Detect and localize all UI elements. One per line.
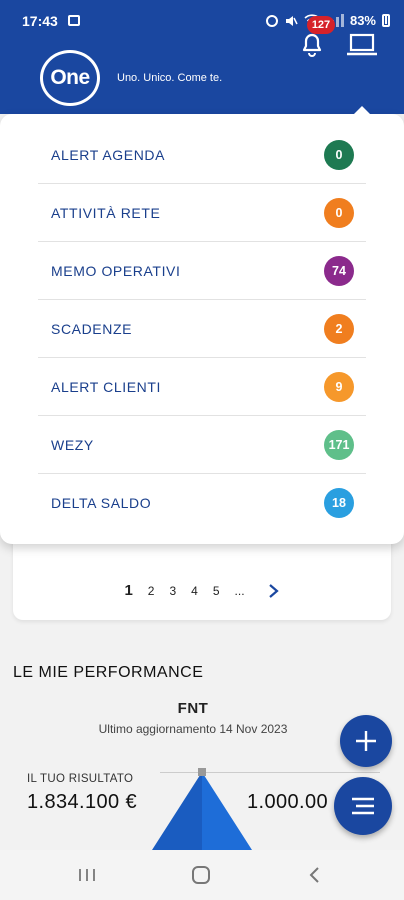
bell-icon[interactable] (298, 30, 326, 58)
menu-item-label: ALERT AGENDA (51, 146, 166, 163)
menu-item-label: MEMO OPERATIVI (51, 262, 181, 279)
recent-apps-icon[interactable] (78, 868, 96, 882)
menu-pointer (354, 106, 370, 114)
battery-percentage: 83% (349, 13, 376, 28)
page-ellipsis: ... (234, 583, 245, 598)
count-badge: 18 (324, 488, 354, 518)
battery-icon (382, 14, 390, 27)
mute-icon (285, 15, 298, 26)
status-time: 17:43 (22, 13, 58, 29)
gallery-icon (68, 15, 80, 26)
menu-item-label: ATTIVITÀ RETE (51, 204, 161, 221)
count-badge: 171 (324, 429, 354, 460)
count-badge: 74 (324, 255, 354, 286)
add-button[interactable] (340, 715, 392, 767)
one-logo[interactable]: One (40, 50, 100, 106)
menu-item-alert-clienti[interactable]: ALERT CLIENTI 9 (38, 358, 366, 416)
menu-item-alert-agenda[interactable]: ALERT AGENDA 0 (38, 126, 366, 184)
alerts-dropdown-menu: ALERT AGENDA 0 ATTIVITÀ RETE 0 MEMO OPER… (0, 114, 404, 544)
laptop-icon[interactable] (346, 30, 378, 58)
result-label: IL TUO RISULTATO (27, 773, 134, 785)
count-badge: 2 (324, 313, 354, 344)
app-header: One Uno. Unico. Come te. (0, 42, 404, 114)
page-link[interactable]: 5 (213, 584, 220, 598)
hamburger-icon (352, 797, 374, 815)
plus-icon (356, 731, 376, 751)
page-link[interactable]: 2 (148, 584, 155, 598)
menu-item-label: DELTA SALDO (51, 495, 152, 511)
count-badge: 9 (324, 371, 354, 402)
status-bar: 17:43 83% (0, 0, 404, 42)
menu-item-attivita-rete[interactable]: ATTIVITÀ RETE 0 (38, 184, 366, 242)
notification-badge: 127 (307, 16, 335, 34)
chevron-right-icon[interactable] (266, 583, 280, 599)
menu-item-label: WEZY (51, 436, 94, 453)
tagline: Uno. Unico. Come te. (117, 72, 223, 84)
section-title: LE MIE PERFORMANCE (13, 664, 204, 681)
menu-item-wezy[interactable]: WEZY 171 (38, 416, 366, 474)
menu-item-memo-operativi[interactable]: MEMO OPERATIVI 74 (38, 242, 366, 300)
page-current[interactable]: 1 (124, 582, 132, 599)
menu-item-delta-saldo[interactable]: DELTA SALDO 18 (38, 474, 366, 532)
menu-button[interactable] (334, 777, 392, 835)
page-link[interactable]: 4 (191, 584, 198, 598)
last-updated: Ultimo aggiornamento 14 Nov 2023 (98, 722, 288, 736)
count-badge: 0 (324, 197, 354, 228)
result-value: 1.834.100 € (27, 791, 138, 813)
alarm-icon (265, 14, 278, 27)
pagination: 1 2 3 4 5 ... (13, 582, 391, 599)
menu-item-label: SCADENZE (51, 320, 133, 337)
page-link[interactable]: 3 (169, 584, 176, 598)
home-icon[interactable] (192, 866, 210, 884)
pyramid-gauge (152, 768, 252, 850)
menu-item-label: ALERT CLIENTI (51, 378, 161, 395)
menu-item-scadenze[interactable]: SCADENZE 2 (38, 300, 366, 358)
metric-name: FNT (177, 700, 209, 717)
back-icon[interactable] (308, 866, 322, 884)
target-value: 1.000.00 (247, 791, 329, 813)
count-badge: 0 (324, 139, 354, 170)
system-nav-bar (0, 850, 404, 900)
